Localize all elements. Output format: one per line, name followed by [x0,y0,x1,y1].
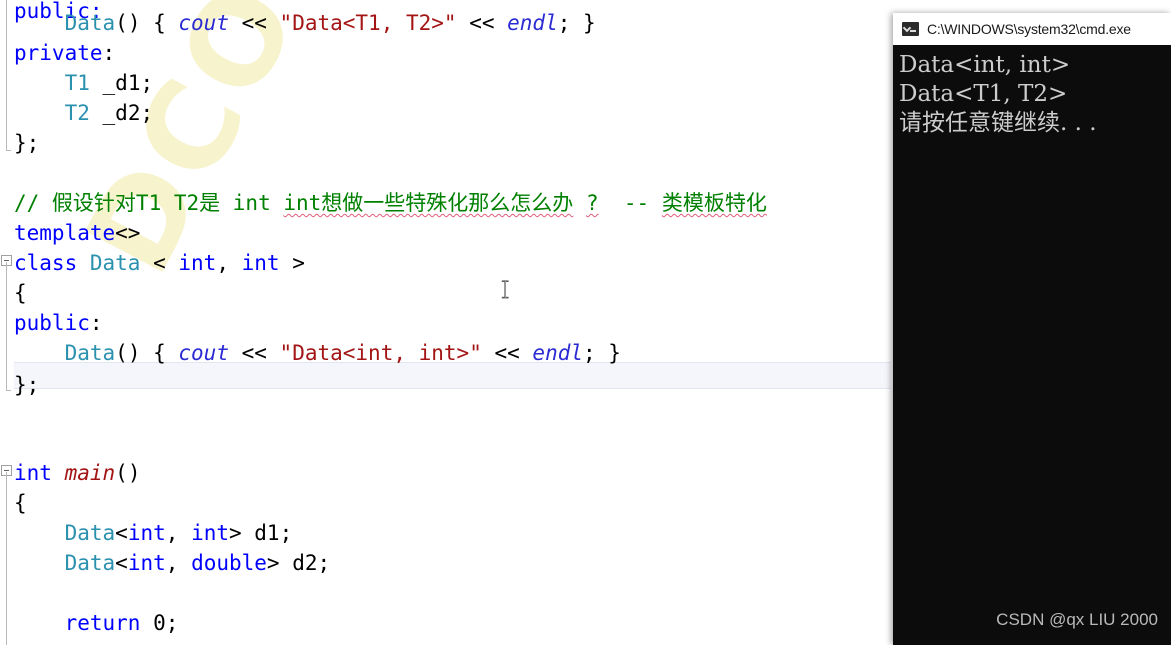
console-output-area[interactable]: Data<int, int> Data<T1, T2> 请按任意键继续. . . [893,45,1171,645]
code-editor-pane[interactable]: DCODIC public: Data() { cout << "Data<T1,… [0,0,891,645]
code-token: , [216,251,242,275]
code-block-guide-line [6,0,7,150]
code-token: Data [64,521,116,545]
csdn-author-watermark: CSDN @qx LIU 2000 [996,610,1158,629]
code-token: > [279,251,305,275]
code-token: < [140,251,179,275]
code-token: Data [64,341,116,365]
code-token: , [165,521,192,545]
code-token: << [481,341,533,365]
console-output-line: Data<int, int> [899,52,1071,78]
code-line[interactable]: int main() [0,458,140,488]
code-token: template [14,221,116,245]
code-token: : [102,41,116,65]
code-token: , [165,551,192,575]
code-token: > d1; [229,521,293,545]
code-token: "Data<int, int>" [279,341,482,365]
code-block-guide-line [6,472,7,645]
cmd-prompt-icon [902,22,919,36]
code-token: main [64,461,116,485]
code-line[interactable]: Data<int, int> d1; [0,518,293,548]
code-token: double [191,551,267,575]
code-line[interactable]: T1 _d1; [0,68,154,98]
code-token: int想做一些特殊化那么怎么办 [283,191,574,215]
console-output-line: Data<T1, T2> [899,81,1068,107]
code-token: public [14,311,90,335]
code-line[interactable]: template<> [0,218,140,248]
code-token: << [228,11,280,35]
code-token: ; } [557,11,596,35]
code-line[interactable]: Data<int, double> d2; [0,548,331,578]
code-token: "Data<T1, T2>" [279,11,457,35]
mouse-text-cursor-icon [501,280,509,299]
code-token: < [115,521,128,545]
editor-code-lines[interactable]: public: Data() { cout << "Data<T1, T2>" <… [0,0,891,645]
code-token: }; [14,373,40,397]
code-token: cout [178,11,229,35]
code-token: Data [89,251,141,275]
code-token: T2 [64,101,90,125]
code-token: () [115,461,141,485]
code-token: -- [598,191,662,215]
code-token: int [127,551,166,575]
code-token: { [14,491,27,515]
code-token: <> [115,221,141,245]
code-token: int [241,251,280,275]
code-line[interactable]: T2 _d2; [0,98,154,128]
code-token: << [228,341,280,365]
code-token: 0; [140,611,179,635]
code-line[interactable]: return 0; [0,608,179,638]
code-line[interactable]: Data() { cout << "Data<int, int>" << end… [0,338,621,368]
code-line[interactable]: // 假设针对T1 T2是 int int想做一些特殊化那么怎么办 ? -- 类… [0,188,767,218]
code-token: int [127,521,166,545]
code-block-guide-end [6,390,11,391]
console-output-line: 请按任意键继续. . . [899,110,1097,136]
code-token: int [191,521,229,545]
code-token: : [89,311,103,335]
code-token: private [14,41,103,65]
code-block-guide-end [6,150,11,151]
code-line[interactable]: { [0,488,27,518]
code-token: endl [532,341,583,365]
screen-root: DCODIC public: Data() { cout << "Data<T1,… [0,0,1171,645]
code-token: Data [64,551,116,575]
code-token: ? [585,191,599,215]
code-line[interactable]: private: [0,38,115,68]
code-token: endl [507,11,558,35]
code-token: Data [64,11,116,35]
code-token: { [14,281,27,305]
console-title-label: C:\WINDOWS\system32\cmd.exe [927,21,1131,37]
code-token: int [178,251,217,275]
code-token: < [115,551,128,575]
code-token: return [64,611,141,635]
code-token: // 假设针对T1 T2是 int [14,191,284,215]
code-token: int [14,461,52,485]
code-token: () { [115,11,179,35]
code-token: << [456,11,508,35]
code-token: () { [115,341,179,365]
code-line[interactable]: public: [0,308,103,338]
code-block-guide-line [6,262,7,390]
code-token: _d2; [89,101,154,125]
code-line[interactable]: class Data < int, int > [0,248,305,278]
code-token: > d2; [266,551,331,575]
code-token: _d1; [89,71,154,95]
code-token: 类模板特化 [661,191,767,215]
code-token: cout [178,341,229,365]
code-line[interactable]: Data() { cout << "Data<T1, T2>" << endl;… [0,8,596,38]
code-token: ; } [583,341,621,365]
console-title-bar[interactable]: C:\WINDOWS\system32\cmd.exe [893,13,1171,45]
code-token: class [14,251,78,275]
code-token: T1 [64,71,90,95]
code-line[interactable]: { [0,278,27,308]
cmd-console-window[interactable]: C:\WINDOWS\system32\cmd.exe Data<int, in… [893,13,1171,645]
code-token: }; [14,131,40,155]
